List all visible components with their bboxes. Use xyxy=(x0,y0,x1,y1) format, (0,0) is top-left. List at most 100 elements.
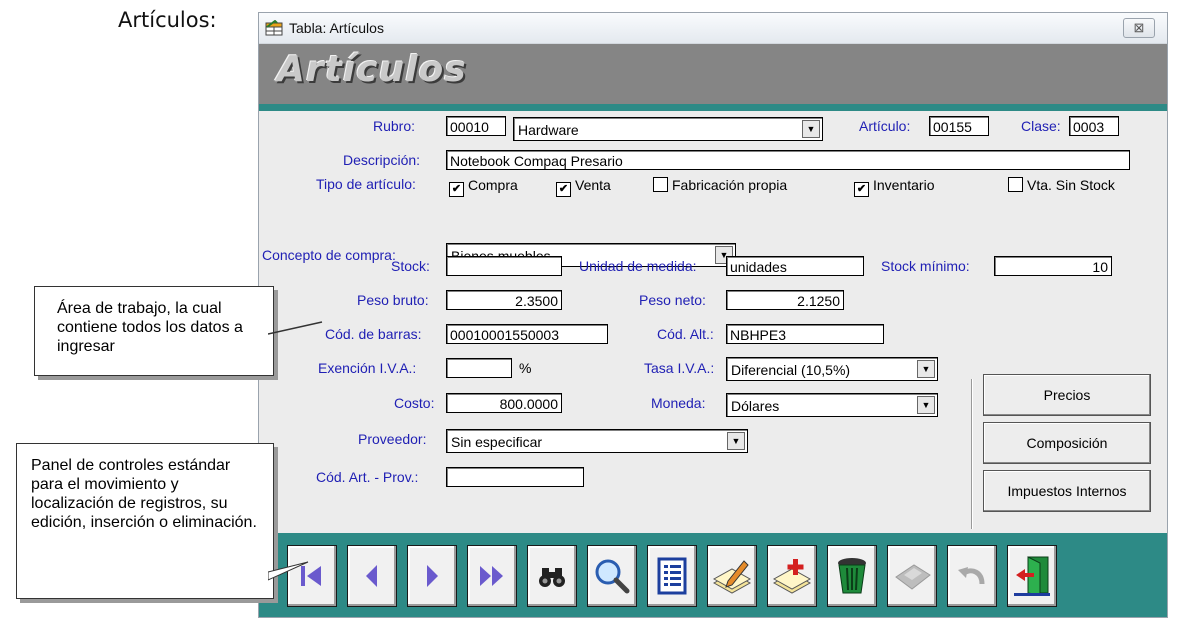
work-area-callout: Área de trabajo, la cual contiene todos … xyxy=(34,286,274,376)
chevron-down-icon[interactable]: ▼ xyxy=(917,360,935,378)
proveedor-select-value: Sin especificar xyxy=(451,434,543,450)
exit-icon xyxy=(1014,556,1050,596)
checkbox-box: ✔ xyxy=(556,182,571,197)
window-title: Tabla: Artículos xyxy=(289,20,384,36)
table-icon xyxy=(265,19,283,41)
list-icon xyxy=(657,557,687,595)
trash-icon xyxy=(838,558,866,594)
costo-field[interactable]: 800.0000 xyxy=(446,393,562,413)
previous-icon xyxy=(366,565,377,587)
list-button[interactable] xyxy=(647,545,697,607)
exencion-label: Exención I.V.A.: xyxy=(318,360,417,376)
tipo-label: Tipo de artículo: xyxy=(316,176,416,192)
cod-barras-label: Cód. de barras: xyxy=(325,326,422,342)
controls-panel-callout-pointer xyxy=(268,561,309,581)
undo-button[interactable] xyxy=(947,545,997,607)
save-icon xyxy=(895,564,931,590)
button-panel-divider xyxy=(971,379,973,529)
chevron-down-icon[interactable]: ▼ xyxy=(802,120,820,138)
find-button[interactable] xyxy=(527,545,577,607)
title-bar: Tabla: Artículos ⊠ xyxy=(259,13,1167,44)
banner: Artículos xyxy=(259,44,1167,104)
vta-sin-stock-label: Vta. Sin Stock xyxy=(1027,177,1115,193)
previous-record-button[interactable] xyxy=(347,545,397,607)
magnifier-icon xyxy=(595,559,630,594)
exencion-field[interactable] xyxy=(446,358,512,378)
stock-field[interactable] xyxy=(446,256,562,276)
work-area-callout-pointer xyxy=(268,321,323,335)
peso-bruto-field[interactable]: 2.3500 xyxy=(446,290,562,310)
clase-field[interactable]: 0003 xyxy=(1069,116,1119,136)
unidad-label: Unidad de medida: xyxy=(579,258,697,274)
concepto-label: Concepto de compra: xyxy=(262,247,396,263)
rubro-label: Rubro: xyxy=(373,118,416,134)
insert-icon xyxy=(772,559,812,594)
unidad-field[interactable]: unidades xyxy=(726,256,864,276)
descripcion-label: Descripción: xyxy=(343,152,421,168)
precios-button[interactable]: Precios xyxy=(983,374,1151,416)
impuestos-internos-button[interactable]: Impuestos Internos xyxy=(983,470,1151,512)
proveedor-label: Proveedor: xyxy=(358,431,427,447)
venta-label: Venta xyxy=(575,177,611,193)
cod-barras-field[interactable]: 00010001550003 xyxy=(446,324,608,344)
work-area: Rubro: 00010 Hardware ▼ Artículo: 00155 … xyxy=(259,111,1167,533)
exit-button[interactable] xyxy=(1007,545,1057,607)
descripcion-field[interactable]: Notebook Compaq Presario xyxy=(446,150,1130,170)
delete-button[interactable] xyxy=(827,545,877,607)
controls-panel-callout: Panel de controles estándar para el movi… xyxy=(16,443,274,599)
cod-alt-label: Cód. Alt.: xyxy=(657,326,714,342)
moneda-select[interactable]: Dólares ▼ xyxy=(726,393,938,417)
insert-button[interactable] xyxy=(767,545,817,607)
fabricacion-checkbox[interactable]: Fabricación propia xyxy=(653,177,787,193)
checkbox-box: ✔ xyxy=(449,182,464,197)
edit-button[interactable] xyxy=(707,545,757,607)
rubro-select-value: Hardware xyxy=(518,122,579,138)
binoculars-icon xyxy=(539,568,565,587)
save-button[interactable] xyxy=(887,545,937,607)
inventario-checkbox[interactable]: ✔ Inventario xyxy=(854,177,934,197)
rubro-code-field[interactable]: 00010 xyxy=(446,116,506,136)
stock-minimo-label: Stock mínimo: xyxy=(881,258,970,274)
next-icon xyxy=(427,565,438,587)
chevron-down-icon[interactable]: ▼ xyxy=(917,396,935,414)
stock-minimo-field[interactable]: 10 xyxy=(994,256,1112,276)
peso-neto-field[interactable]: 2.1250 xyxy=(726,290,844,310)
cod-alt-field[interactable]: NBHPE3 xyxy=(726,324,884,344)
banner-title: Artículos xyxy=(277,49,467,90)
articulo-field[interactable]: 00155 xyxy=(929,116,989,136)
inventario-label: Inventario xyxy=(873,177,935,193)
clase-label: Clase: xyxy=(1021,118,1061,134)
percent-sign: % xyxy=(519,360,532,376)
moneda-label: Moneda: xyxy=(651,395,706,411)
chevron-down-icon[interactable]: ▼ xyxy=(727,432,745,450)
articulos-window: Tabla: Artículos ⊠ Artículos Rubro: 0001… xyxy=(258,12,1168,618)
stock-label: Stock: xyxy=(391,258,430,274)
cod-art-prov-field[interactable] xyxy=(446,467,584,487)
last-icon xyxy=(480,566,503,586)
controls-panel xyxy=(259,533,1167,617)
next-record-button[interactable] xyxy=(407,545,457,607)
checkbox-box xyxy=(653,177,668,192)
close-button[interactable]: ⊠ xyxy=(1123,18,1155,38)
tasa-select-value: Diferencial (10,5%) xyxy=(731,362,851,378)
cod-art-prov-label: Cód. Art. - Prov.: xyxy=(316,469,419,485)
rubro-select[interactable]: Hardware ▼ xyxy=(513,117,823,141)
peso-bruto-label: Peso bruto: xyxy=(357,292,429,308)
undo-icon xyxy=(958,567,985,585)
vta-sin-stock-checkbox[interactable]: Vta. Sin Stock xyxy=(1008,177,1115,193)
last-record-button[interactable] xyxy=(467,545,517,607)
compra-label: Compra xyxy=(468,177,518,193)
peso-neto-label: Peso neto: xyxy=(639,292,706,308)
checkbox-box xyxy=(1008,177,1023,192)
edit-icon xyxy=(712,560,752,594)
search-button[interactable] xyxy=(587,545,637,607)
checkbox-box: ✔ xyxy=(854,182,869,197)
fabricacion-label: Fabricación propia xyxy=(672,177,788,193)
articulo-label: Artículo: xyxy=(859,118,911,134)
proveedor-select[interactable]: Sin especificar ▼ xyxy=(446,429,748,453)
tasa-select[interactable]: Diferencial (10,5%) ▼ xyxy=(726,357,938,381)
composicion-button[interactable]: Composición xyxy=(983,422,1151,464)
banner-divider xyxy=(259,104,1167,111)
venta-checkbox[interactable]: ✔ Venta xyxy=(556,177,611,197)
compra-checkbox[interactable]: ✔ Compra xyxy=(449,177,518,197)
